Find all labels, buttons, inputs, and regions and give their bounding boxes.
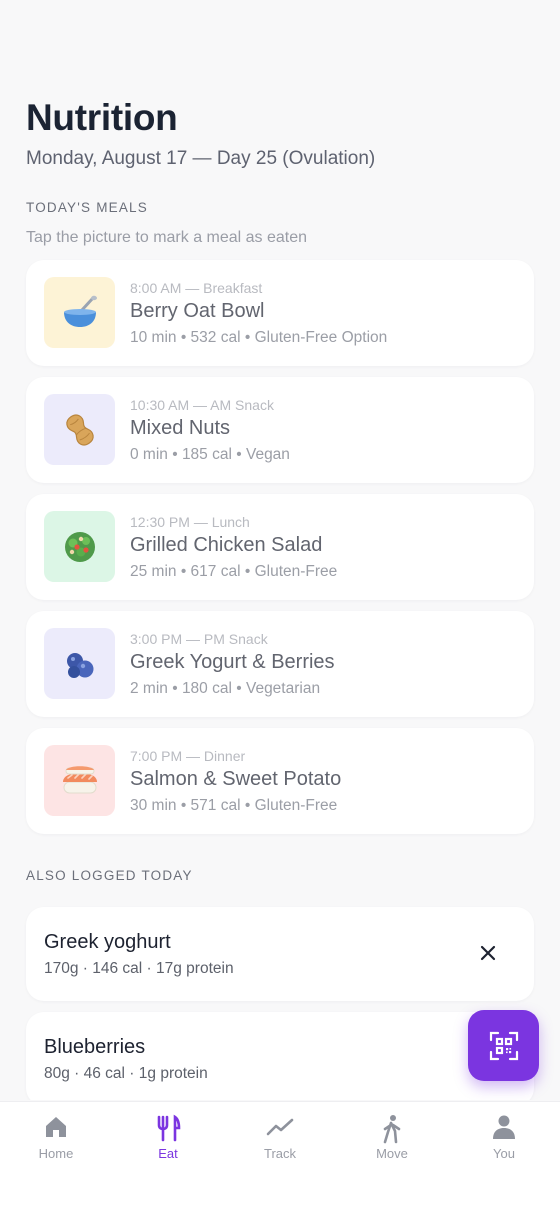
section-label-todays-meals: TODAY'S MEALS	[26, 200, 148, 215]
sushi-icon	[62, 765, 97, 793]
close-icon[interactable]	[478, 943, 498, 963]
meal-meta: 0 min • 185 cal • Vegan	[130, 446, 290, 463]
peanut-icon	[65, 413, 94, 446]
meal-thumb-pm-snack[interactable]	[44, 628, 115, 699]
meal-meta: 10 min • 532 cal • Gluten-Free Option	[130, 329, 388, 346]
logged-item[interactable]: Blueberries 80g · 46 cal · 1g protein	[26, 1012, 534, 1100]
meal-time: 3:00 PM — PM Snack	[130, 631, 268, 647]
meal-card-am-snack[interactable]: 10:30 AM — AM Snack Mixed Nuts 0 min • 1…	[26, 377, 534, 483]
bottom-tab-bar: Home Eat Track Move You	[0, 1101, 560, 1216]
scan-button[interactable]	[468, 1010, 539, 1081]
meal-thumb-lunch[interactable]	[44, 511, 115, 582]
meal-card-dinner[interactable]: 7:00 PM — Dinner Salmon & Sweet Potato 3…	[26, 728, 534, 834]
tab-track[interactable]: Track	[224, 1102, 336, 1172]
tab-home[interactable]: Home	[0, 1102, 112, 1172]
logged-item-name: Blueberries	[44, 1036, 146, 1058]
meal-time: 8:00 AM — Breakfast	[130, 280, 263, 296]
tab-you[interactable]: You	[448, 1102, 560, 1172]
meal-time: 12:30 PM — Lunch	[130, 514, 250, 530]
bowl-icon	[63, 295, 97, 327]
meal-thumb-am-snack[interactable]	[44, 394, 115, 465]
tab-label: You	[493, 1146, 515, 1161]
tab-eat[interactable]: Eat	[112, 1102, 224, 1172]
meal-meta: 2 min • 180 cal • Vegetarian	[130, 680, 321, 697]
home-icon	[46, 1117, 66, 1137]
tab-label: Track	[263, 1146, 297, 1161]
meal-name: Grilled Chicken Salad	[130, 534, 323, 556]
meal-thumb-dinner[interactable]	[44, 745, 115, 816]
meal-card-pm-snack[interactable]: 3:00 PM — PM Snack Greek Yogurt & Berrie…	[26, 611, 534, 717]
meal-meta: 25 min • 617 cal • Gluten-Free	[130, 563, 338, 580]
meal-thumb-breakfast[interactable]	[44, 277, 115, 348]
trend-icon	[266, 1118, 294, 1136]
logged-item[interactable]: Greek yoghurt 170g · 146 cal · 17g prote…	[26, 907, 534, 1001]
section-label-also-logged: ALSO LOGGED TODAY	[26, 868, 193, 883]
tab-label: Eat	[158, 1146, 178, 1161]
logged-item-meta: 170g · 146 cal · 17g protein	[44, 960, 234, 977]
meal-name: Berry Oat Bowl	[130, 300, 265, 322]
nutrition-page: Nutrition Monday, August 17 — Day 25 (Ov…	[0, 0, 560, 1100]
page-title: Nutrition	[26, 97, 178, 138]
fork-knife-icon	[157, 1114, 181, 1142]
meal-meta: 30 min • 571 cal • Gluten-Free	[130, 797, 338, 814]
logged-item-meta: 80g · 46 cal · 1g protein	[44, 1065, 208, 1082]
meal-name: Greek Yogurt & Berries	[130, 651, 335, 673]
meal-time: 10:30 AM — AM Snack	[130, 397, 274, 413]
tab-move[interactable]: Move	[336, 1102, 448, 1172]
meal-card-lunch[interactable]: 12:30 PM — Lunch Grilled Chicken Salad 2…	[26, 494, 534, 600]
tab-label: Move	[376, 1146, 408, 1161]
page-subtitle: Monday, August 17 — Day 25 (Ovulation)	[26, 148, 376, 169]
scan-icon	[489, 1031, 518, 1060]
logged-item-name: Greek yoghurt	[44, 931, 171, 953]
meal-card-breakfast[interactable]: 8:00 AM — Breakfast Berry Oat Bowl 10 mi…	[26, 260, 534, 366]
meal-name: Mixed Nuts	[130, 417, 231, 439]
meals-hint: Tap the picture to mark a meal as eaten	[26, 229, 308, 246]
tab-label: Home	[38, 1146, 74, 1161]
salad-icon	[64, 531, 95, 562]
blueberries-icon	[66, 652, 93, 678]
meal-name: Salmon & Sweet Potato	[130, 768, 342, 790]
walking-icon	[383, 1115, 401, 1144]
person-icon	[493, 1115, 515, 1139]
meal-time: 7:00 PM — Dinner	[130, 748, 246, 764]
